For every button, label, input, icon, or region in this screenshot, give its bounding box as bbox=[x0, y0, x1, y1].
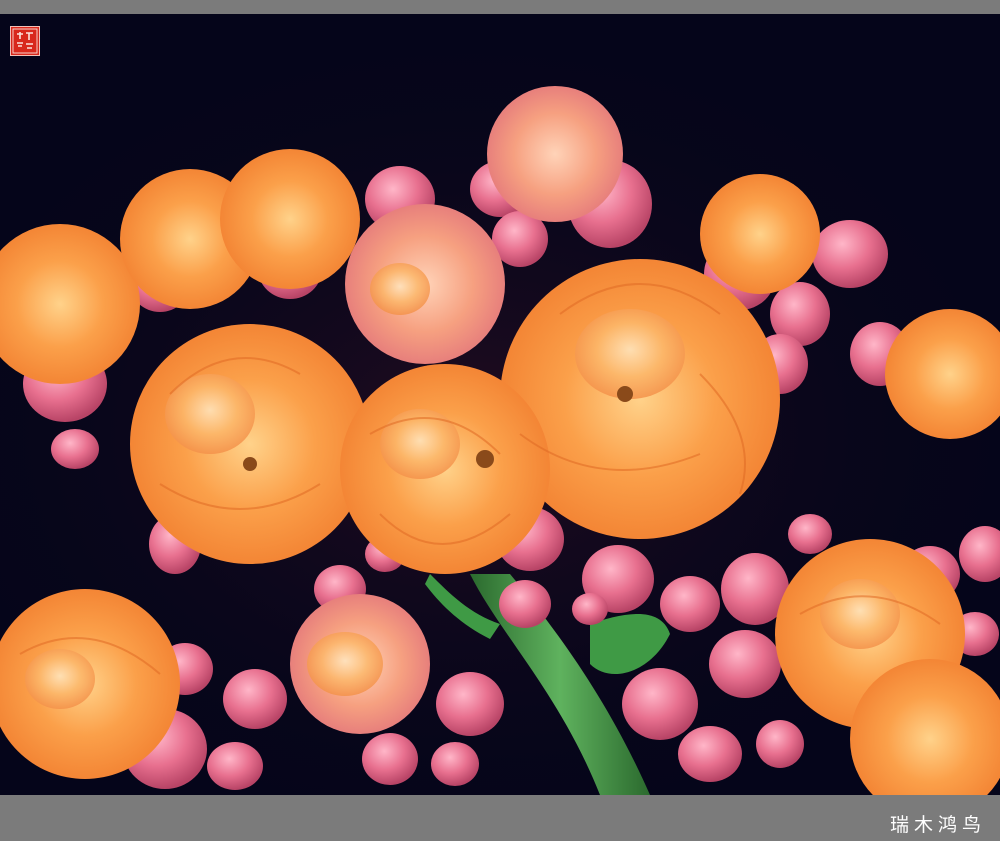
flower-photo bbox=[0, 14, 1000, 795]
bottom-frame-bar bbox=[0, 795, 1000, 841]
artist-seal-stamp bbox=[10, 26, 40, 56]
top-frame-bar bbox=[0, 0, 1000, 14]
flower-illustration bbox=[0, 14, 1000, 795]
photographer-signature: 瑞木鸿鸟 bbox=[889, 814, 986, 836]
